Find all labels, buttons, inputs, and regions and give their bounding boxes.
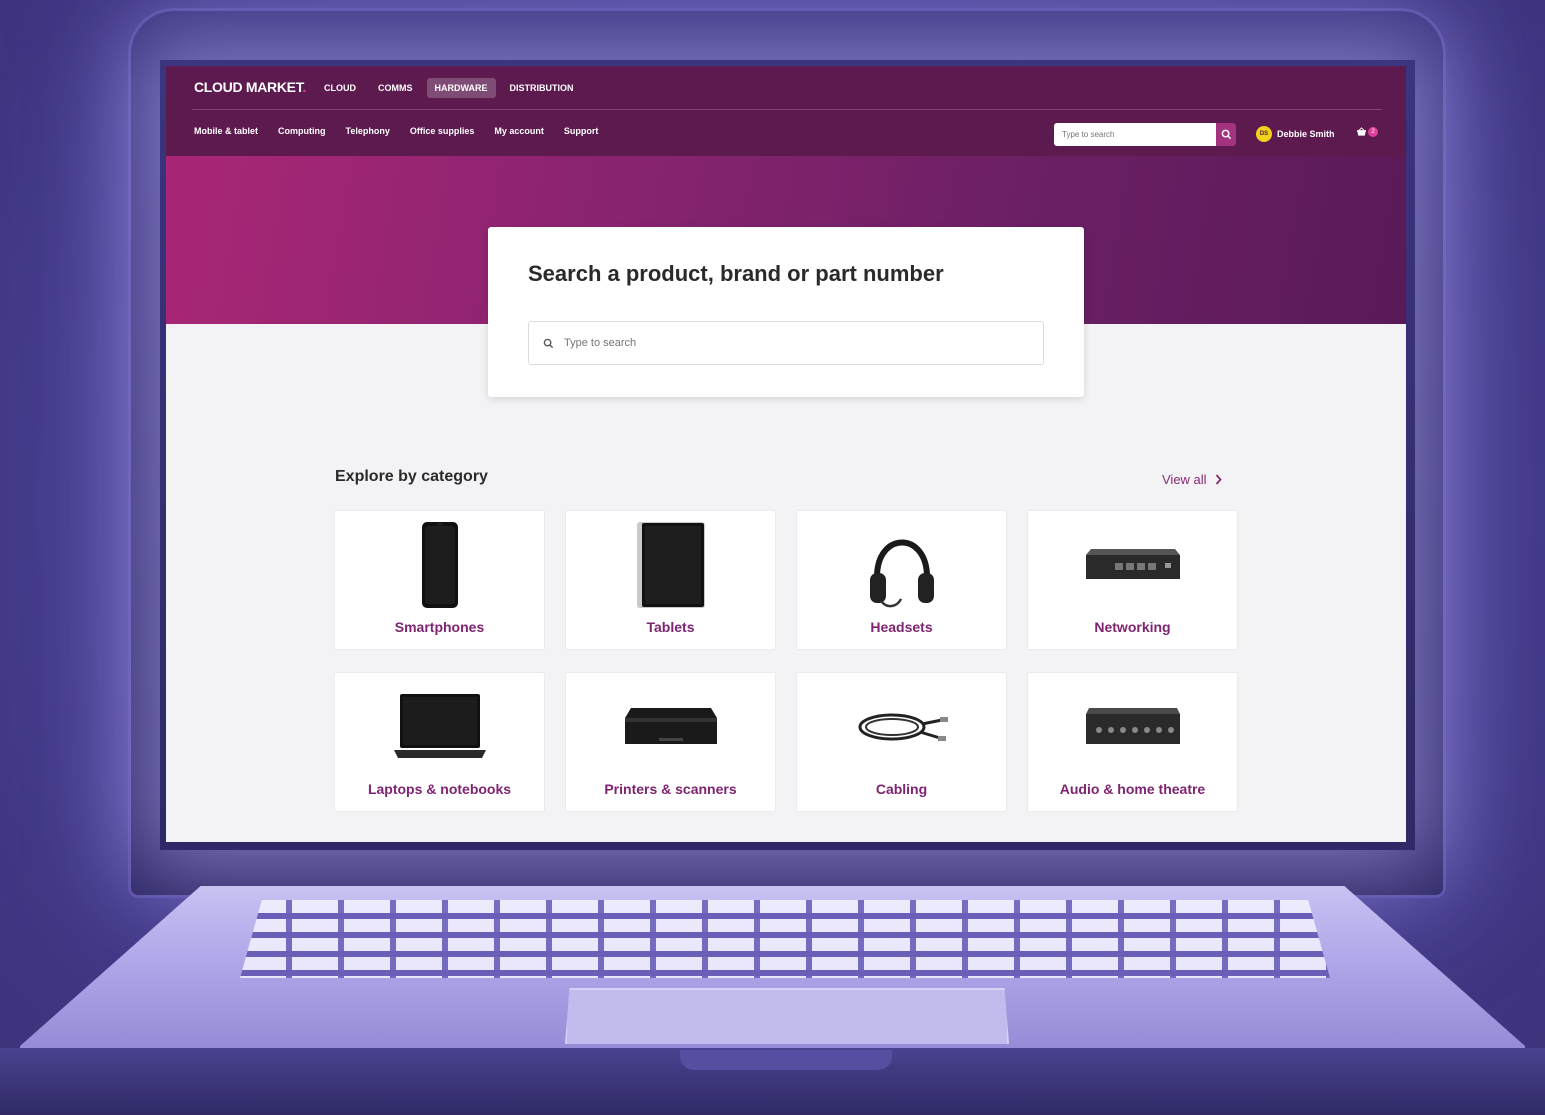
header-search bbox=[1054, 123, 1236, 146]
tablet-icon bbox=[566, 519, 775, 611]
main-nav-distribution[interactable]: DISTRIBUTION bbox=[502, 78, 582, 98]
cart-count-badge: 2 bbox=[1368, 127, 1378, 137]
smartphone-icon bbox=[335, 519, 544, 611]
sub-nav-office-supplies[interactable]: Office supplies bbox=[410, 126, 475, 136]
category-card-printers[interactable]: Printers & scanners bbox=[565, 672, 776, 812]
nav-divider bbox=[192, 109, 1382, 110]
category-card-smartphones[interactable]: Smartphones bbox=[334, 510, 545, 650]
trackpad bbox=[565, 988, 1009, 1044]
cart-button[interactable]: 2 bbox=[1356, 127, 1378, 137]
headset-icon bbox=[797, 519, 1006, 611]
category-card-cabling[interactable]: Cabling bbox=[796, 672, 1007, 812]
header-search-input[interactable] bbox=[1054, 123, 1216, 146]
avatar: DS bbox=[1256, 126, 1272, 142]
category-label: Tablets bbox=[646, 619, 695, 635]
basket-icon bbox=[1356, 127, 1367, 136]
network-switch-icon bbox=[1028, 519, 1237, 611]
category-label: Networking bbox=[1094, 619, 1171, 635]
keyboard-rows bbox=[240, 900, 1330, 978]
user-name: Debbie Smith bbox=[1277, 129, 1335, 139]
brand-dot: . bbox=[302, 79, 306, 95]
main-nav-hardware[interactable]: HARDWARE bbox=[426, 78, 496, 98]
laptop-icon bbox=[335, 681, 544, 773]
sub-nav-my-account[interactable]: My account bbox=[494, 126, 544, 136]
category-label: Smartphones bbox=[394, 619, 485, 635]
sub-nav-telephony[interactable]: Telephony bbox=[346, 126, 390, 136]
brand-name: CLOUD MARKET bbox=[194, 79, 303, 95]
sub-nav-mobile-tablet[interactable]: Mobile & tablet bbox=[194, 126, 258, 136]
audio-receiver-icon bbox=[1028, 681, 1237, 773]
category-label: Headsets bbox=[870, 619, 933, 635]
category-label: Audio & home theatre bbox=[1059, 781, 1206, 797]
laptop-screen: CLOUD MARKET. CLOUD COMMS HARDWARE DISTR… bbox=[166, 66, 1406, 842]
sub-nav-support[interactable]: Support bbox=[564, 126, 599, 136]
printer-icon bbox=[566, 681, 775, 773]
categories-title: Explore by category bbox=[335, 468, 488, 485]
search-icon bbox=[543, 338, 554, 348]
header-search-button[interactable] bbox=[1216, 123, 1236, 146]
main-nav-comms[interactable]: COMMS bbox=[370, 78, 421, 98]
chevron-right-icon bbox=[1215, 474, 1222, 485]
search-icon bbox=[1221, 129, 1231, 140]
cable-icon bbox=[797, 681, 1006, 773]
product-search-field[interactable] bbox=[528, 321, 1044, 365]
category-card-headsets[interactable]: Headsets bbox=[796, 510, 1007, 650]
category-label: Printers & scanners bbox=[604, 781, 737, 797]
laptop-notch bbox=[680, 1050, 892, 1070]
category-label: Cabling bbox=[875, 781, 928, 797]
main-nav-cloud[interactable]: CLOUD bbox=[316, 78, 364, 98]
search-card-title: Search a product, brand or part number bbox=[528, 261, 944, 286]
main-nav: CLOUD COMMS HARDWARE DISTRIBUTION bbox=[316, 78, 582, 98]
product-search-input[interactable] bbox=[564, 337, 1029, 349]
category-card-audio[interactable]: Audio & home theatre bbox=[1027, 672, 1238, 812]
brand-logo[interactable]: CLOUD MARKET. bbox=[194, 79, 306, 95]
category-card-laptops[interactable]: Laptops & notebooks bbox=[334, 672, 545, 812]
category-card-tablets[interactable]: Tablets bbox=[565, 510, 776, 650]
sub-nav-computing[interactable]: Computing bbox=[278, 126, 326, 136]
view-all-label: View all bbox=[1162, 472, 1207, 487]
category-card-networking[interactable]: Networking bbox=[1027, 510, 1238, 650]
category-label: Laptops & notebooks bbox=[367, 781, 512, 797]
top-navigation-bar: CLOUD MARKET. CLOUD COMMS HARDWARE DISTR… bbox=[166, 66, 1406, 156]
category-grid: Smartphones Tablets Headsets Networking … bbox=[334, 510, 1238, 812]
view-all-link[interactable]: View all bbox=[1162, 472, 1222, 487]
user-menu[interactable]: DS Debbie Smith bbox=[1256, 126, 1335, 142]
sub-nav: Mobile & tablet Computing Telephony Offi… bbox=[194, 126, 598, 136]
product-search-card: Search a product, brand or part number bbox=[488, 227, 1084, 397]
